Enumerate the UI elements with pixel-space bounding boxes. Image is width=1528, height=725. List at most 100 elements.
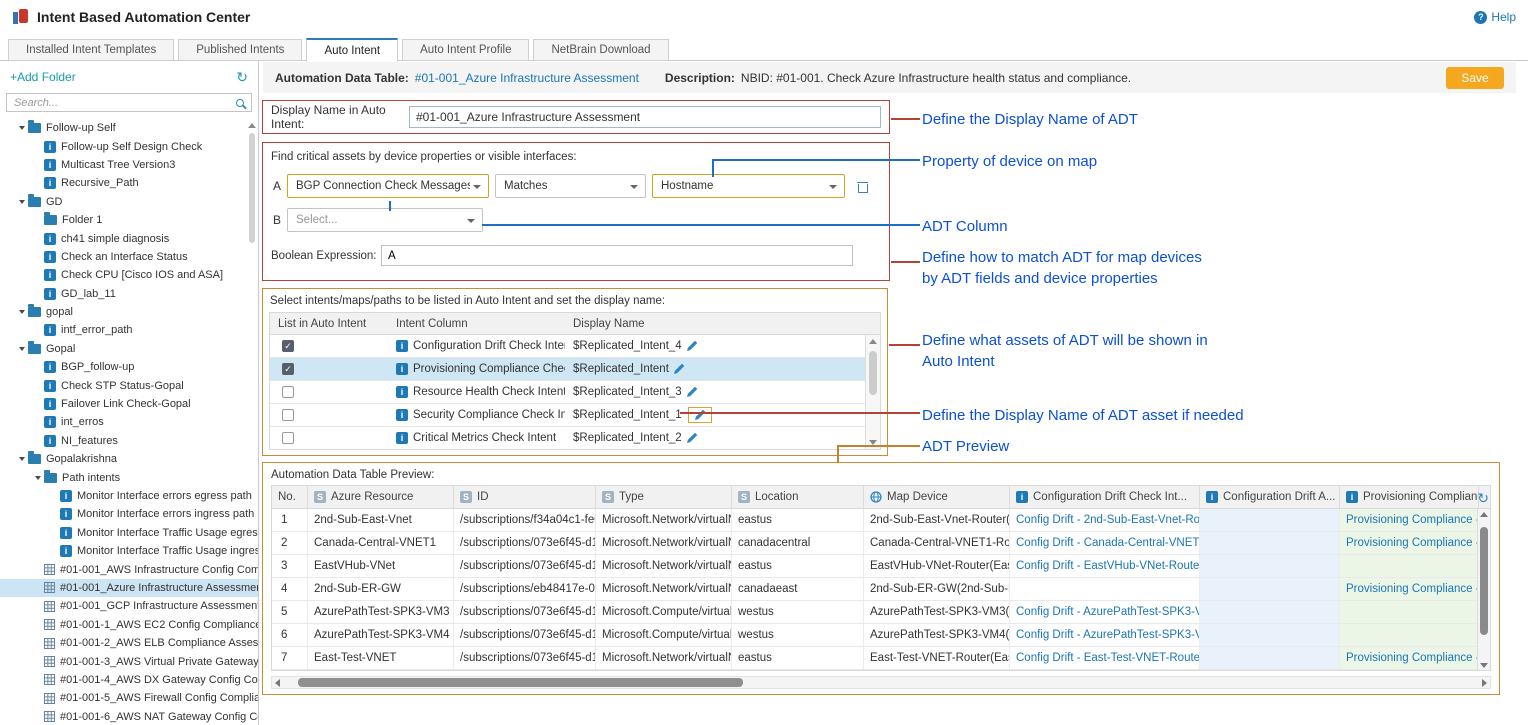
edit-display-name-icon[interactable] xyxy=(686,340,698,352)
tab-netbrain-download[interactable]: NetBrain Download xyxy=(533,39,668,61)
intent-table-row[interactable]: iCritical Metrics Check Intent$Replicate… xyxy=(270,427,880,450)
tree-item-int-erros[interactable]: iint_erros xyxy=(0,413,258,431)
tree-item-01-001-1-aws-ec2-config-compliance-ass[interactable]: #01-001-1_AWS EC2 Config Compliance Ass.… xyxy=(0,616,258,634)
preview-table-row[interactable]: 2Canada-Central-VNET1/subscriptions/073e… xyxy=(272,532,1490,555)
search-box[interactable] xyxy=(6,93,252,112)
expander-icon[interactable] xyxy=(19,200,25,204)
tree-item-monitor-interface-errors-egress-path[interactable]: iMonitor Interface errors egress path xyxy=(0,487,258,505)
tree-item-gopalakrishna[interactable]: Gopalakrishna xyxy=(0,450,258,468)
tree-item-multicast-tree-version3[interactable]: iMulticast Tree Version3 xyxy=(0,156,258,174)
refresh-icon[interactable]: ↻ xyxy=(1477,490,1489,507)
expander-icon[interactable] xyxy=(19,126,25,130)
tree-item-bgp-follow-up[interactable]: iBGP_follow-up xyxy=(0,358,258,376)
tree-item-01-001-2-aws-elb-compliance-assessment[interactable]: #01-001-2_AWS ELB Compliance Assessment xyxy=(0,634,258,652)
boolean-expression-input[interactable] xyxy=(381,245,853,266)
scroll-up-icon[interactable] xyxy=(1480,512,1488,517)
config-drift-link[interactable]: Config Drift - Canada-Central-VNET1-... xyxy=(1016,537,1200,549)
list-in-auto-intent-checkbox[interactable]: ✓ xyxy=(282,340,294,352)
preview-table-row[interactable]: 12nd-Sub-East-Vnet/subscriptions/f34a04c… xyxy=(272,509,1490,532)
sidebar-scrollbar[interactable] xyxy=(248,123,256,721)
scrollbar-thumb[interactable] xyxy=(249,133,255,243)
tree-item-follow-up-self[interactable]: Follow-up Self xyxy=(0,119,258,137)
help-link[interactable]: ? Help xyxy=(1474,10,1516,24)
list-in-auto-intent-checkbox[interactable] xyxy=(282,386,294,398)
tree-item-ni-features[interactable]: iNI_features xyxy=(0,432,258,450)
edit-display-name-icon[interactable] xyxy=(694,409,706,421)
scroll-left-icon[interactable] xyxy=(275,679,280,687)
edit-display-name-icon[interactable] xyxy=(686,386,698,398)
tab-published-intents[interactable]: Published Intents xyxy=(178,39,302,61)
preview-table-row[interactable]: 7East-Test-VNET/subscriptions/073e6f45-d… xyxy=(272,647,1490,670)
tree-item-monitor-interface-traffic-usage-egress-p[interactable]: iMonitor Interface Traffic Usage egress … xyxy=(0,524,258,542)
operator-select[interactable]: Matches xyxy=(495,174,646,198)
scroll-right-icon[interactable] xyxy=(1482,679,1487,687)
refresh-icon[interactable]: ↻ xyxy=(236,69,248,86)
tree-item-follow-up-self-design-check[interactable]: iFollow-up Self Design Check xyxy=(0,137,258,155)
expander-icon[interactable] xyxy=(19,347,25,351)
tree-item-path-intents[interactable]: Path intents xyxy=(0,468,258,486)
edit-display-name-icon[interactable] xyxy=(686,432,698,444)
scroll-down-icon[interactable] xyxy=(1480,663,1488,668)
tree-item-gd-lab-11[interactable]: iGD_lab_11 xyxy=(0,285,258,303)
tree-item-ch41-simple-diagnosis[interactable]: ich41 simple diagnosis xyxy=(0,229,258,247)
tree-item-gd[interactable]: GD xyxy=(0,193,258,211)
tree-item-01-001-6-aws-nat-gateway-config-compl[interactable]: #01-001-6_AWS NAT Gateway Config Compl..… xyxy=(0,708,258,725)
scrollbar-thumb[interactable] xyxy=(1480,527,1488,635)
config-drift-link[interactable]: Config Drift - EastVHub-VNet-Router(... xyxy=(1016,560,1200,572)
preview-table-row[interactable]: 42nd-Sub-ER-GW/subscriptions/eb48417e-0d… xyxy=(272,578,1490,601)
add-folder-button[interactable]: +Add Folder xyxy=(10,70,76,84)
intent-table-row[interactable]: ✓iProvisioning Compliance Check ...$Repl… xyxy=(270,358,880,381)
preview-table-row[interactable]: 6AzurePathTest-SPK3-VM4/subscriptions/07… xyxy=(272,624,1490,647)
intent-table-row[interactable]: ✓iConfiguration Drift Check Intent$Repli… xyxy=(270,335,880,358)
display-name-input[interactable] xyxy=(409,106,881,128)
tree-item-01-001-azure-infrastructure-assessment[interactable]: #01-001_Azure Infrastructure Assessment xyxy=(0,579,258,597)
device-property-select[interactable]: Hostname xyxy=(652,174,845,198)
intent-table-row[interactable]: iSecurity Compliance Check Intent$Replic… xyxy=(270,404,880,427)
list-in-auto-intent-checkbox[interactable] xyxy=(282,432,294,444)
scroll-up-icon[interactable] xyxy=(869,339,877,344)
save-button[interactable]: Save xyxy=(1446,67,1504,89)
expander-icon[interactable] xyxy=(19,310,25,314)
preview-vertical-scrollbar[interactable] xyxy=(1477,509,1490,671)
tree-item-monitor-interface-errors-ingress-path[interactable]: iMonitor Interface errors ingress path xyxy=(0,505,258,523)
tree-item-gopal[interactable]: gopal xyxy=(0,303,258,321)
tree-item-01-001-aws-infrastructure-config-compli[interactable]: #01-001_AWS Infrastructure Config Compli… xyxy=(0,560,258,578)
tree-item-intf-error-path[interactable]: iintf_error_path xyxy=(0,321,258,339)
scroll-up-icon[interactable] xyxy=(248,123,256,128)
preview-table-row[interactable]: 3EastVHub-VNet/subscriptions/073e6f45-d1… xyxy=(272,555,1490,578)
tree-item-recursive-path[interactable]: iRecursive_Path xyxy=(0,174,258,192)
edit-display-name-icon[interactable] xyxy=(673,363,685,375)
provisioning-compliance-link[interactable]: Provisioning Compliance - Canada-... xyxy=(1346,537,1479,549)
intent-table-scrollbar[interactable] xyxy=(865,335,880,449)
provisioning-compliance-link[interactable]: Provisioning Compliance - 2nd-Sub... xyxy=(1346,514,1479,526)
expander-icon[interactable] xyxy=(19,457,25,461)
preview-horizontal-scrollbar[interactable] xyxy=(271,676,1491,689)
scrollbar-thumb[interactable] xyxy=(298,678,743,687)
expander-icon[interactable] xyxy=(35,476,41,480)
tab-auto-intent[interactable]: Auto Intent xyxy=(306,38,398,62)
trash-icon[interactable] xyxy=(857,180,869,193)
config-drift-link[interactable]: Config Drift - AzurePathTest-SPK3-V... xyxy=(1016,606,1200,618)
scrollbar-thumb[interactable] xyxy=(869,351,877,395)
tree-item-check-cpu-cisco-ios-and-asa[interactable]: iCheck CPU [Cisco IOS and ASA] xyxy=(0,266,258,284)
tree-item-check-stp-status-gopal[interactable]: iCheck STP Status-Gopal xyxy=(0,376,258,394)
tree-item-01-001-5-aws-firewall-config-compliance[interactable]: #01-001-5_AWS Firewall Config Compliance… xyxy=(0,689,258,707)
config-drift-link[interactable]: Config Drift - East-Test-VNET-Router(... xyxy=(1016,652,1200,664)
tree-item-gopal[interactable]: Gopal xyxy=(0,340,258,358)
tab-auto-intent-profile[interactable]: Auto Intent Profile xyxy=(402,39,529,61)
provisioning-compliance-link[interactable]: Provisioning Compliance - 2nd-Sub xyxy=(1346,583,1479,595)
search-input[interactable] xyxy=(12,96,236,110)
config-drift-link[interactable]: Config Drift - 2nd-Sub-East-Vnet-Rou... xyxy=(1016,514,1200,526)
preview-table-row[interactable]: 5AzurePathTest-SPK3-VM3/subscriptions/07… xyxy=(272,601,1490,624)
intent-table-row[interactable]: iResource Health Check Intent$Replicated… xyxy=(270,381,880,404)
list-in-auto-intent-checkbox[interactable] xyxy=(282,409,294,421)
tree-item-01-001-4-aws-dx-gateway-config-compli[interactable]: #01-001-4_AWS DX Gateway Config Compli..… xyxy=(0,671,258,689)
adt-column-select[interactable]: BGP Connection Check Messages xyxy=(287,174,489,198)
config-drift-link[interactable]: Config Drift - AzurePathTest-SPK3-V... xyxy=(1016,629,1200,641)
tree-item-01-001-3-aws-virtual-private-gateway-co[interactable]: #01-001-3_AWS Virtual Private Gateway Co… xyxy=(0,652,258,670)
search-icon[interactable] xyxy=(236,99,244,107)
tab-installed-intent-templates[interactable]: Installed Intent Templates xyxy=(8,39,174,61)
tree-item-monitor-interface-traffic-usage-ingress-p[interactable]: iMonitor Interface Traffic Usage ingress… xyxy=(0,542,258,560)
provisioning-compliance-link[interactable]: Provisioning Compliance - East-Test... xyxy=(1346,652,1479,664)
adt-name-link[interactable]: #01-001_Azure Infrastructure Assessment xyxy=(415,71,639,85)
